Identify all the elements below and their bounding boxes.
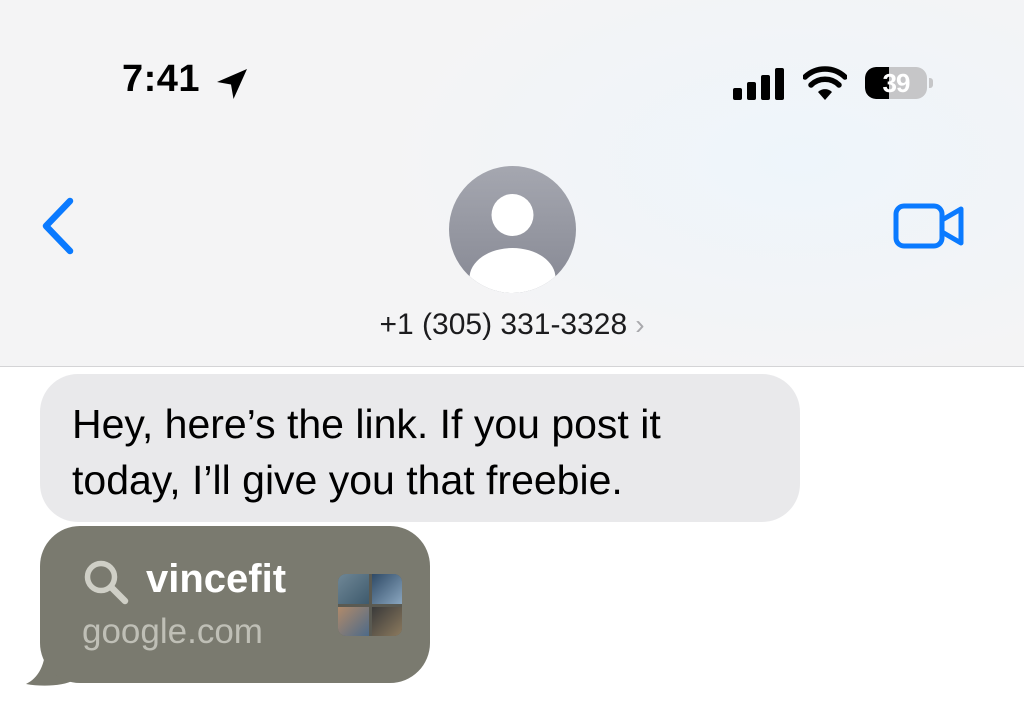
battery-percentage: 39 bbox=[882, 68, 911, 98]
battery-icon: 39 bbox=[865, 67, 935, 99]
back-chevron-icon[interactable] bbox=[36, 195, 80, 257]
link-title: vincefit bbox=[146, 557, 287, 601]
conversation-header: 7:41 39 +1 (305) 331-3328 › bbox=[0, 0, 1024, 367]
status-time: 7:41 bbox=[122, 58, 201, 100]
link-thumbnail bbox=[338, 574, 402, 636]
message-bubble-incoming: Hey, here’s the link. If you post it tod… bbox=[40, 374, 800, 522]
video-call-icon[interactable] bbox=[893, 203, 965, 249]
contact-avatar[interactable] bbox=[449, 166, 576, 293]
contact-number: +1 (305) 331-3328 bbox=[379, 308, 628, 341]
contact-name-button[interactable]: +1 (305) 331-3328 › bbox=[0, 308, 1024, 342]
link-domain: google.com bbox=[82, 612, 263, 651]
cellular-signal-icon bbox=[733, 68, 784, 100]
location-arrow-icon bbox=[217, 69, 247, 99]
wifi-icon bbox=[803, 66, 847, 100]
search-icon bbox=[84, 560, 129, 605]
chevron-right-icon: › bbox=[635, 309, 645, 340]
